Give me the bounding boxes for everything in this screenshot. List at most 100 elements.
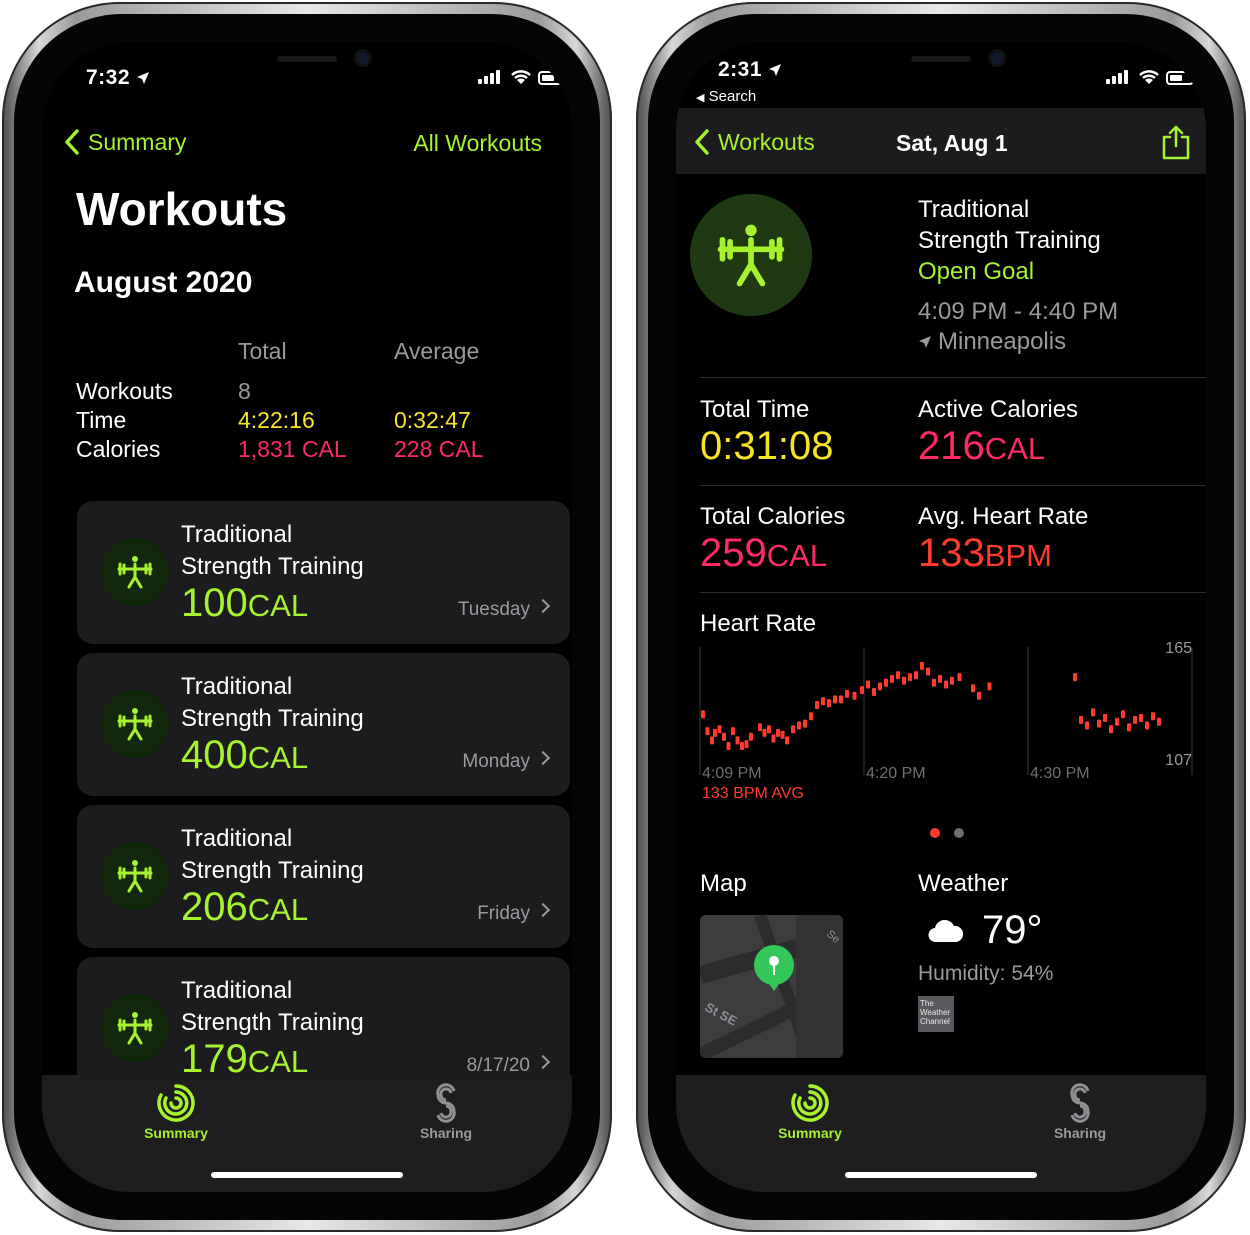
heart-rate-point (717, 725, 722, 734)
heart-rate-point (1139, 714, 1143, 722)
total-time-label: Total Time (700, 396, 810, 423)
stats-workouts-total: 8 (238, 378, 251, 404)
back-summary-label: Summary (88, 128, 187, 155)
workout-goal: Open Goal (918, 258, 1035, 285)
workout-name: Traditional Strength Training (181, 519, 364, 583)
weather-channel-logo: The Weather Channel (918, 996, 954, 1032)
page-title: Workouts (76, 183, 288, 235)
back-summary-button[interactable]: Summary (64, 128, 186, 156)
heart-rate-point (908, 673, 912, 682)
share-icon[interactable] (1160, 124, 1192, 160)
map-thumbnail[interactable]: St SE Se (700, 915, 843, 1058)
heart-rate-point (1115, 717, 1119, 726)
strength-training-icon (101, 690, 169, 758)
home-indicator[interactable] (845, 1172, 1037, 1178)
chevron-right-icon (535, 750, 551, 766)
workout-calories-value: 206 (181, 885, 248, 929)
back-to-app-button[interactable]: ◀ Search (696, 88, 756, 105)
strength-training-icon (690, 194, 812, 316)
status-time: 2:31 (718, 58, 782, 82)
heart-rate-point (803, 719, 807, 728)
workout-name-line2: Strength Training (181, 1009, 364, 1036)
heart-rate-point (1133, 715, 1137, 724)
workout-name-line2: Strength Training (181, 553, 364, 580)
total-time-value: 0:31:08 (700, 424, 834, 468)
back-triangle-icon: ◀ (696, 92, 705, 104)
heart-rate-point (872, 688, 876, 696)
chevron-right-icon (535, 902, 551, 918)
workout-name-line1: Traditional (181, 825, 293, 852)
tab-summary[interactable]: Summary (116, 1083, 236, 1141)
home-indicator[interactable] (211, 1172, 403, 1178)
heart-rate-point (735, 736, 740, 745)
divider (700, 592, 1206, 593)
tab-summary[interactable]: Summary (750, 1083, 870, 1141)
workout-name-line2: Strength Training (181, 857, 364, 884)
weather-humidity: Humidity: 54% (918, 962, 1054, 985)
tab-sharing-label: Sharing (1053, 1125, 1107, 1141)
workout-title: Traditional Strength Training Open Goal (918, 194, 1101, 287)
workout-name-line1: Traditional (181, 977, 293, 1004)
wifi-icon (1139, 70, 1159, 84)
avg-heart-rate-label: Avg. Heart Rate (918, 503, 1089, 530)
heart-rate-point (977, 691, 981, 700)
stats-calories-label: Calories (76, 436, 161, 462)
page-dot[interactable] (954, 828, 964, 838)
heart-rate-point (833, 695, 837, 704)
page-dot-active[interactable] (930, 828, 940, 838)
heart-rate-point (767, 725, 771, 734)
cellular-signal-icon (1106, 70, 1128, 84)
heart-rate-point (827, 699, 831, 708)
stats-header-total: Total (238, 338, 287, 364)
location-arrow-icon (769, 64, 782, 77)
heart-rate-point (914, 671, 918, 680)
heart-rate-point (785, 736, 789, 745)
workout-calories-unit: CAL (247, 1044, 309, 1079)
status-time-text: 2:31 (718, 58, 763, 81)
tab-bar: Summary Sharing (676, 1075, 1206, 1192)
workout-location: Minneapolis (918, 328, 1066, 356)
heart-rate-point (938, 674, 942, 683)
back-workouts-button[interactable]: Workouts (694, 128, 815, 156)
heart-rate-point (957, 673, 962, 682)
heart-rate-point (821, 697, 825, 706)
heart-rate-point (744, 740, 749, 749)
tab-sharing[interactable]: Sharing (1020, 1083, 1140, 1141)
heart-rate-point (710, 736, 714, 745)
heart-rate-chart: 165 107 4:09 PM 4:20 PM 4:30 PM 133 BPM … (699, 640, 1193, 802)
strength-training-icon (101, 842, 169, 910)
chevron-left-icon (695, 129, 709, 155)
tab-summary-label: Summary (778, 1125, 842, 1141)
heart-rate-point (878, 682, 882, 691)
strength-training-icon (101, 994, 169, 1062)
total-calories-number: 259 (700, 531, 767, 575)
active-calories-value: 216CAL (918, 424, 1045, 469)
workout-day: Tuesday (457, 599, 530, 620)
tab-sharing-label: Sharing (419, 1125, 473, 1141)
workout-day: Monday (462, 751, 530, 772)
logo-line: Weather (920, 1008, 951, 1017)
heart-rate-point (896, 671, 900, 680)
tab-sharing[interactable]: Sharing (386, 1083, 506, 1141)
chevron-right-icon (535, 1054, 551, 1070)
chart-x-tick: 4:20 PM (866, 765, 926, 782)
workout-calories: 100CAL (181, 581, 308, 626)
workout-card[interactable]: Traditional Strength Training 400CAL Mond… (77, 653, 570, 796)
stats-calories-total: 1,831 CAL (238, 436, 347, 462)
workouts-screen: 7:32 Summary All Workouts Workouts Augus… (42, 42, 572, 1192)
notch (791, 42, 1091, 92)
heart-rate-point (713, 728, 717, 737)
stats-time-total: 4:22:16 (238, 407, 315, 433)
heart-rate-point (740, 742, 744, 750)
workout-card[interactable]: Traditional Strength Training 100CAL Tues… (77, 501, 570, 644)
all-workouts-link[interactable]: All Workouts (413, 130, 542, 157)
heart-rate-point (809, 712, 813, 721)
total-calories-unit: CAL (766, 538, 828, 573)
wifi-icon (511, 70, 531, 84)
heart-rate-point (731, 727, 735, 736)
heart-rate-point (926, 667, 930, 676)
tab-summary-label: Summary (144, 1125, 208, 1141)
heart-rate-point (839, 695, 843, 704)
workout-card[interactable]: Traditional Strength Training 206CAL Frid… (77, 805, 570, 948)
heart-rate-point (815, 701, 819, 709)
